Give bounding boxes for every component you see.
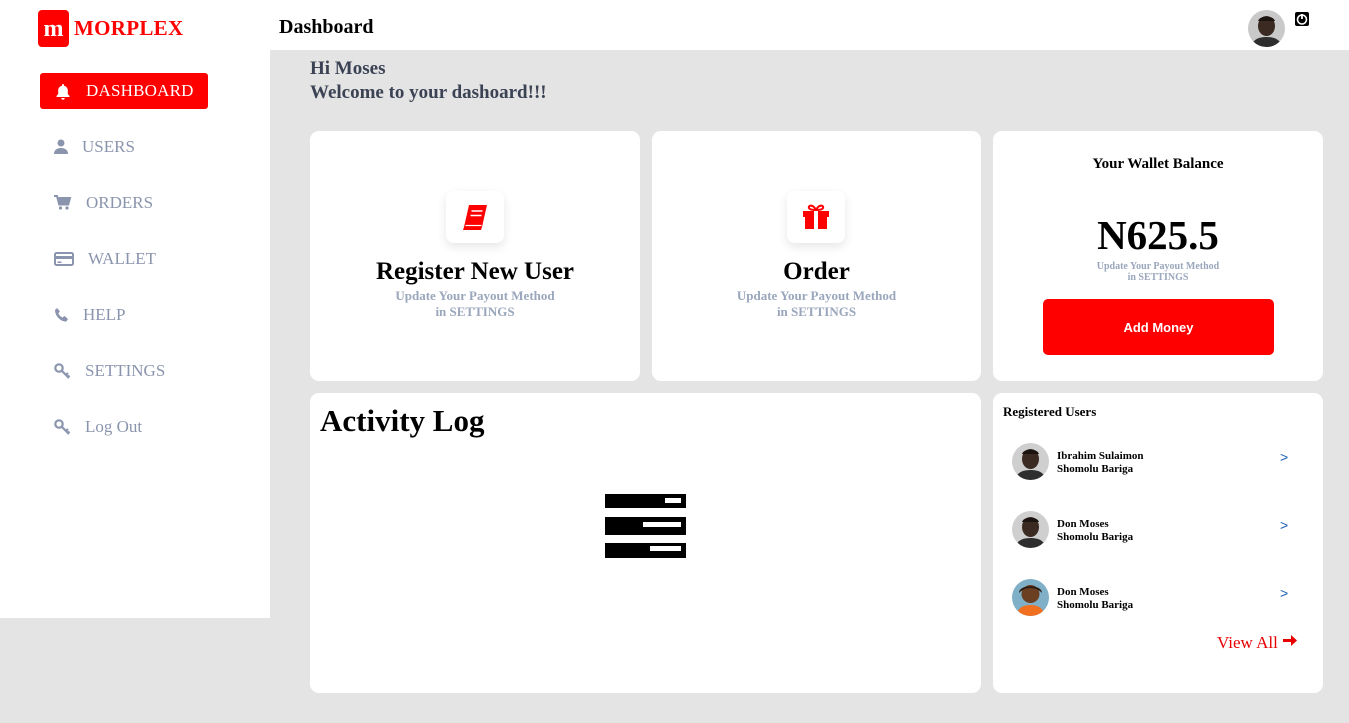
wallet-card: Your Wallet Balance N625.5 Update Your P…: [993, 131, 1323, 381]
credit-card-icon: [54, 251, 74, 267]
user-name: Don Moses: [1057, 586, 1109, 598]
card-subtitle-line2: in SETTINGS: [776, 304, 857, 319]
sidebar-item-label: DASHBOARD: [86, 81, 194, 100]
key-icon: [54, 363, 71, 379]
logo-mark: m: [38, 10, 69, 47]
greeting: Hi Moses Welcome to your dashoard!!!: [310, 57, 547, 105]
bell-icon: [55, 83, 71, 100]
sidebar-item-help[interactable]: HELP: [54, 305, 126, 325]
user-name: Don Moses: [1057, 518, 1109, 530]
phone-icon: [54, 307, 69, 323]
wallet-subtitle-line2: in SETTINGS: [1127, 272, 1189, 283]
user-location: Shomolu Bariga: [1057, 531, 1134, 543]
book-icon: [446, 191, 504, 243]
user-info: Ibrahim Sulaimon Shomolu Bariga: [1057, 450, 1144, 476]
avatar[interactable]: [1248, 10, 1285, 47]
card-title: Order: [783, 258, 850, 285]
card-subtitle-line2: in SETTINGS: [435, 304, 515, 319]
sidebar: m MORPLEX DASHBOARD USERS ORDERS WALLET …: [0, 0, 270, 618]
list-item[interactable]: Don Moses Shomolu Bariga >: [1012, 511, 1302, 549]
user-name: Ibrahim Sulaimon: [1057, 450, 1144, 462]
registered-users-title: Registered Users: [1003, 404, 1097, 419]
sidebar-item-logout[interactable]: Log Out: [54, 417, 142, 437]
card-subtitle: Update Your Payout Method in SETTINGS: [310, 288, 640, 320]
registered-users-card: Registered Users Ibrahim Sulaimon Shomol…: [993, 393, 1323, 693]
activity-log-card: Activity Log: [310, 393, 981, 693]
sidebar-item-label: USERS: [82, 137, 135, 156]
wallet-subtitle: Update Your Payout Method in SETTINGS: [993, 261, 1323, 283]
add-money-button[interactable]: Add Money: [1043, 299, 1274, 355]
chevron-right-icon[interactable]: >: [1280, 449, 1288, 465]
logout-circle-icon[interactable]: [1294, 11, 1310, 32]
user-location: Shomolu Bariga: [1057, 463, 1134, 475]
gift-icon: [787, 191, 845, 243]
view-all-link[interactable]: View All: [1217, 633, 1297, 653]
sidebar-item-label: SETTINGS: [85, 361, 166, 380]
sidebar-item-settings[interactable]: SETTINGS: [54, 361, 165, 381]
loader-icon: [605, 494, 687, 563]
arrow-right-icon: [1278, 633, 1297, 653]
card-subtitle: Update Your Payout Method in SETTINGS: [652, 288, 981, 320]
avatar: [1012, 579, 1049, 616]
view-all-label: View All: [1217, 633, 1278, 652]
sidebar-item-dashboard[interactable]: DASHBOARD: [40, 73, 208, 109]
user-info: Don Moses Shomolu Bariga: [1057, 518, 1133, 544]
chevron-right-icon[interactable]: >: [1280, 585, 1288, 601]
activity-title: Activity Log: [320, 403, 485, 438]
key-icon: [54, 419, 71, 435]
sidebar-item-users[interactable]: USERS: [54, 137, 135, 157]
card-subtitle-line1: Update Your Payout Method: [395, 288, 555, 303]
card-subtitle-line1: Update Your Payout Method: [736, 288, 897, 303]
sidebar-item-wallet[interactable]: WALLET: [54, 249, 156, 269]
user-info: Don Moses Shomolu Bariga: [1057, 586, 1133, 612]
card-title: Register New User: [375, 258, 575, 285]
sidebar-item-orders[interactable]: ORDERS: [54, 193, 153, 213]
user-icon: [54, 139, 68, 155]
avatar: [1012, 511, 1049, 548]
sidebar-item-label: Log Out: [85, 417, 143, 436]
wallet-balance: N625.5: [1097, 212, 1219, 258]
page-title: Dashboard: [279, 16, 374, 38]
brand-logo[interactable]: m MORPLEX: [38, 10, 183, 47]
order-card[interactable]: Order Update Your Payout Method in SETTI…: [652, 131, 981, 381]
brand-name: MORPLEX: [74, 16, 184, 40]
list-item[interactable]: Don Moses Shomolu Bariga >: [1012, 579, 1302, 617]
greeting-name: Hi Moses: [310, 58, 386, 79]
greeting-welcome: Welcome to your dashoard!!!: [310, 82, 547, 103]
sidebar-item-label: HELP: [83, 305, 126, 324]
cart-icon: [54, 195, 72, 211]
avatar: [1012, 443, 1049, 480]
top-bar: Dashboard: [270, 0, 1349, 50]
chevron-right-icon[interactable]: >: [1280, 517, 1288, 533]
list-item[interactable]: Ibrahim Sulaimon Shomolu Bariga >: [1012, 443, 1302, 481]
wallet-title: Your Wallet Balance: [1092, 156, 1224, 172]
sidebar-item-label: WALLET: [88, 249, 156, 268]
wallet-subtitle-line1: Update Your Payout Method: [1096, 261, 1220, 272]
user-location: Shomolu Bariga: [1057, 599, 1134, 611]
sidebar-item-label: ORDERS: [86, 193, 154, 212]
register-user-card[interactable]: Register New User Update Your Payout Met…: [310, 131, 640, 381]
